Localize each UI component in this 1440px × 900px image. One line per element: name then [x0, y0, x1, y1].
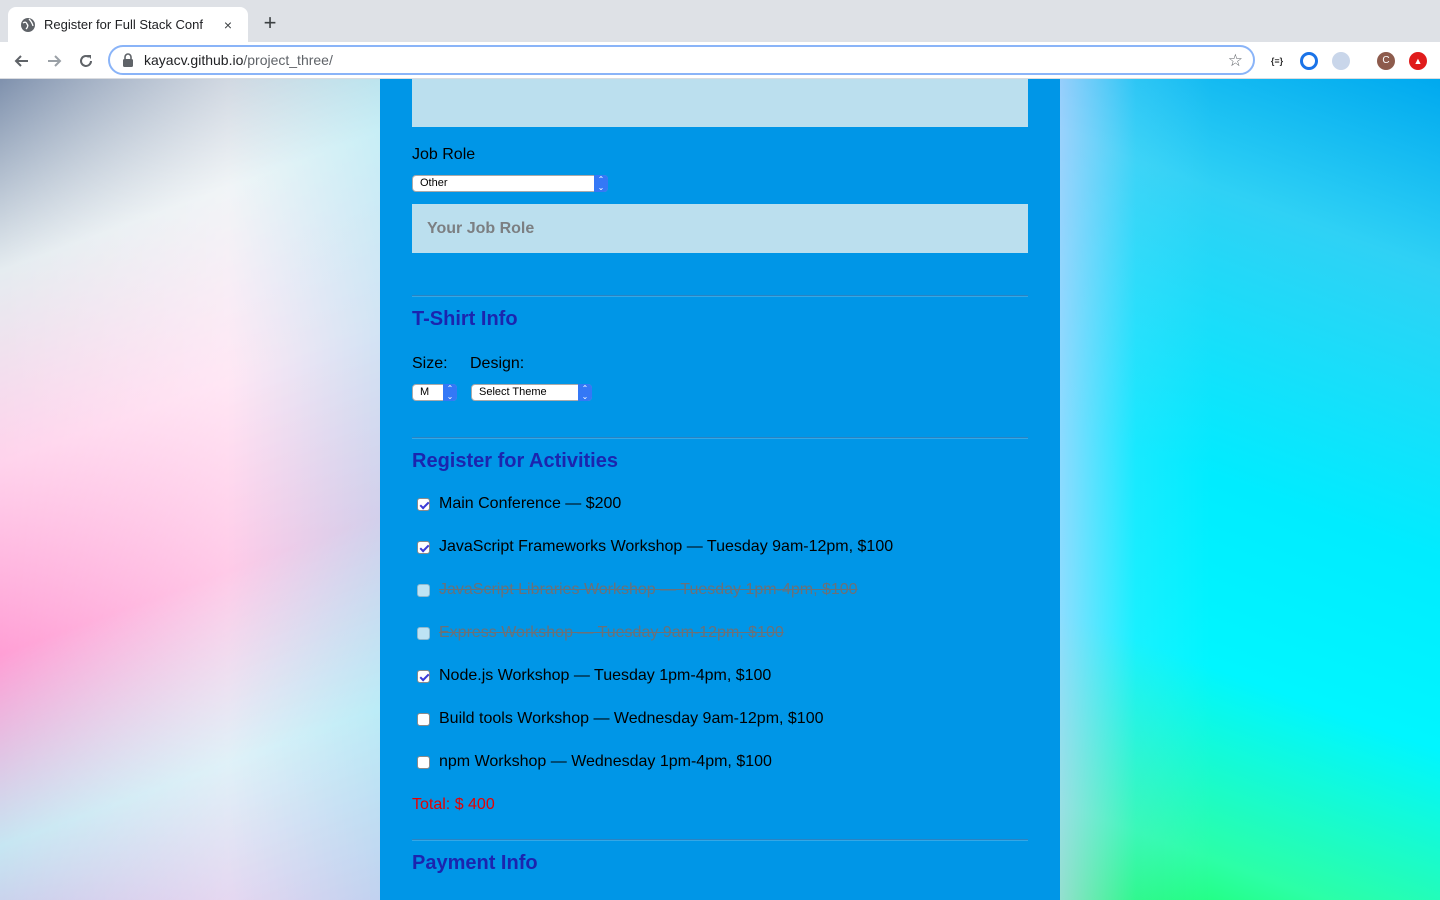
design-label: Design: — [470, 355, 525, 372]
new-tab-button[interactable]: + — [258, 12, 282, 36]
job-role-value: Other — [420, 177, 448, 189]
close-icon[interactable]: × — [220, 17, 236, 33]
chevron-updown-icon: ⌃ ⌄ — [578, 384, 592, 401]
activity-checkbox[interactable] — [417, 755, 430, 769]
activity-label: JavaScript Frameworks Workshop — Tuesday… — [439, 538, 894, 555]
tab-title: Register for Full Stack Conf — [44, 17, 203, 32]
activity-label: JavaScript Libraries Workshop — Tuesday … — [439, 581, 858, 598]
activity-label: Main Conference — $200 — [439, 495, 622, 512]
activities-section-title: Register for Activities — [412, 450, 618, 472]
job-role-label: Job Role — [412, 146, 476, 163]
address-bar[interactable]: kayacv.github.io/project_three/ ☆ — [108, 45, 1255, 75]
activity-item[interactable]: npm Workshop — Wednesday 1pm-4pm, $100 — [412, 751, 772, 773]
tshirt-section-title: T-Shirt Info — [412, 308, 518, 330]
activity-item[interactable]: JavaScript Frameworks Workshop — Tuesday… — [412, 536, 893, 558]
chevron-updown-icon: ⌃ ⌄ — [443, 384, 457, 401]
activity-label: npm Workshop — Wednesday 1pm-4pm, $100 — [439, 753, 772, 770]
page-viewport: Job Role Other ⌃ ⌄ Your Job Role T-Shirt … — [0, 79, 1440, 900]
job-role-placeholder: Your Job Role — [427, 220, 535, 237]
lock-icon — [123, 53, 133, 67]
activity-item: Express Workshop — Tuesday 9am-12pm, $10… — [412, 622, 784, 644]
activity-checkbox[interactable] — [417, 712, 430, 726]
other-job-role-input[interactable]: Your Job Role — [412, 204, 1028, 253]
back-arrow-icon[interactable] — [10, 49, 34, 73]
section-divider — [412, 839, 1028, 841]
shield-extension-icon[interactable] — [1332, 52, 1350, 70]
browser-tab[interactable]: Register for Full Stack Conf × — [8, 7, 248, 42]
browser-tab-bar: Register for Full Stack Conf × + — [0, 0, 1440, 42]
activity-checkbox — [417, 583, 430, 597]
job-role-select[interactable]: Other ⌃ ⌄ — [412, 175, 608, 192]
activity-checkbox[interactable] — [417, 497, 430, 511]
right-gradient-background — [1060, 79, 1440, 900]
reload-icon[interactable] — [74, 49, 98, 73]
url-host: kayacv.github.io — [144, 52, 244, 68]
forward-arrow-icon[interactable] — [42, 49, 66, 73]
avatar[interactable]: C — [1377, 52, 1395, 70]
activity-item[interactable]: Node.js Workshop — Tuesday 1pm-4pm, $100 — [412, 665, 771, 687]
activity-label: Build tools Workshop — Wednesday 9am-12p… — [439, 710, 824, 727]
circle-extension-icon[interactable] — [1300, 52, 1318, 70]
size-select[interactable]: M ⌃ ⌄ — [412, 384, 457, 401]
globe-icon — [21, 17, 35, 32]
json-extension-icon[interactable]: {≡} — [1268, 52, 1286, 70]
url-path: /project_three/ — [243, 52, 333, 68]
activity-checkbox[interactable] — [417, 669, 430, 683]
size-value: M — [420, 386, 430, 398]
browser-toolbar: kayacv.github.io/project_three/ ☆ {≡} C … — [0, 42, 1440, 79]
email-field[interactable] — [412, 79, 1028, 127]
payment-section-title: Payment Info — [412, 852, 538, 874]
activity-checkbox — [417, 626, 430, 640]
registration-form: Job Role Other ⌃ ⌄ Your Job Role T-Shirt … — [380, 79, 1060, 900]
upload-extension-icon[interactable]: ▲ — [1409, 52, 1427, 70]
size-label: Size: — [412, 355, 448, 372]
design-select[interactable]: Select Theme ⌃ ⌄ — [471, 384, 592, 401]
activity-item[interactable]: Main Conference — $200 — [412, 493, 621, 515]
section-divider — [412, 295, 1028, 297]
activity-item[interactable]: Build tools Workshop — Wednesday 9am-12p… — [412, 708, 824, 730]
bookmark-star-icon[interactable]: ☆ — [1228, 51, 1243, 71]
activities-total: Total: $ 400 — [412, 796, 495, 813]
left-gradient-background — [0, 79, 380, 900]
chevron-updown-icon: ⌃ ⌄ — [594, 175, 608, 192]
section-divider — [412, 437, 1028, 439]
activity-label: Node.js Workshop — Tuesday 1pm-4pm, $100 — [439, 667, 772, 684]
design-value: Select Theme — [479, 386, 547, 398]
activity-checkbox[interactable] — [417, 540, 430, 554]
activity-label: Express Workshop — Tuesday 9am-12pm, $10… — [439, 624, 784, 641]
activity-item: JavaScript Libraries Workshop — Tuesday … — [412, 579, 858, 601]
